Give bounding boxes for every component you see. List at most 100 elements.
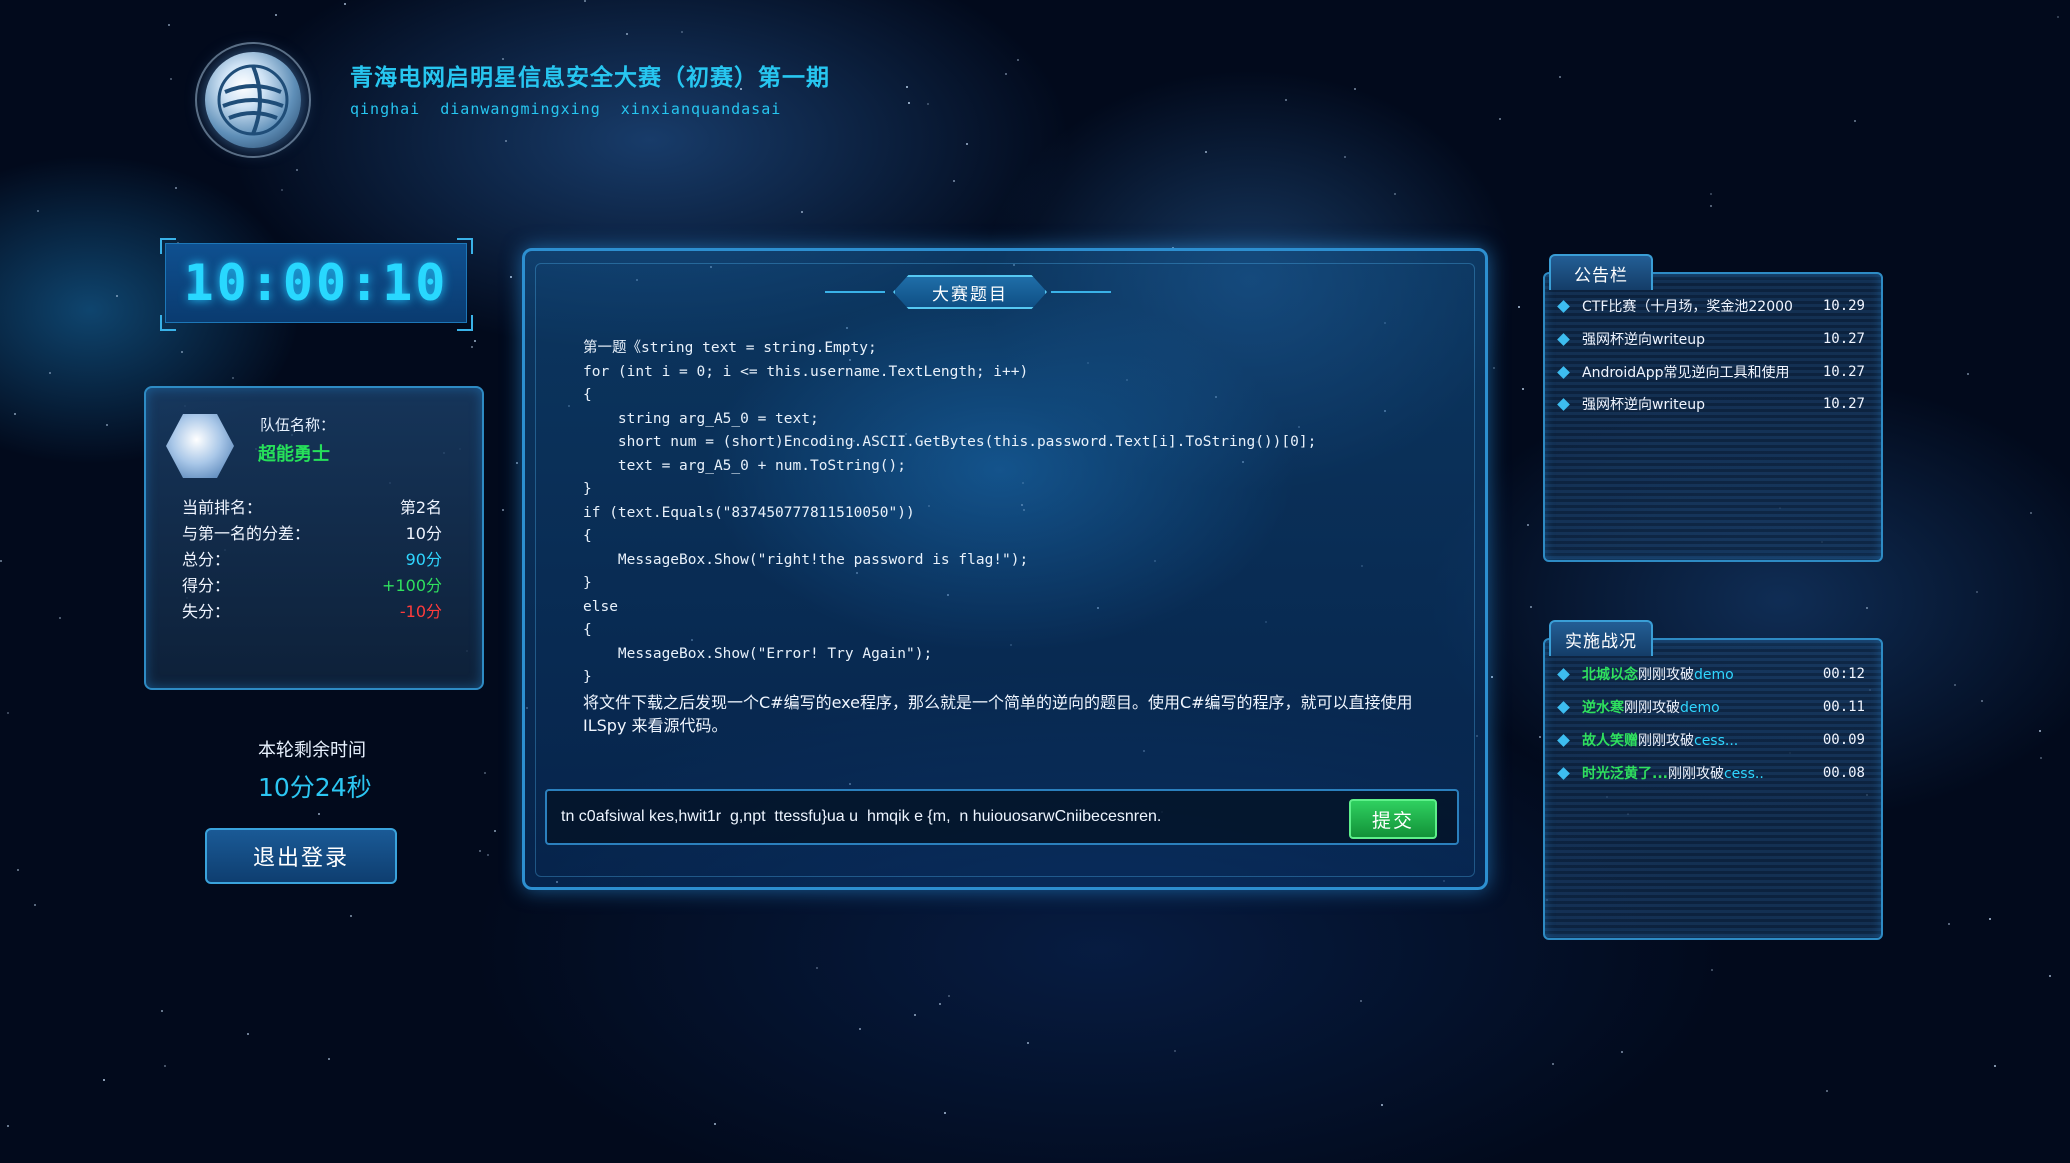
- star: [1711, 969, 1713, 971]
- battle-item: 故人笑赠刚刚攻破cess... 00.09: [1557, 730, 1865, 750]
- star: [14, 413, 16, 415]
- battle-item: 逆水寒刚刚攻破demo 00.11: [1557, 697, 1865, 717]
- stat-label: 总分：: [182, 550, 231, 569]
- question-code: 第一题《string text = string.Empty; for (int…: [583, 340, 1317, 685]
- star: [318, 813, 320, 815]
- star: [1976, 591, 1978, 593]
- battle-time: 00.09: [1822, 732, 1865, 748]
- star: [801, 211, 803, 213]
- star: [17, 869, 19, 871]
- star: [859, 1028, 861, 1030]
- company-logo: [195, 42, 311, 158]
- submit-button[interactable]: 提交: [1349, 799, 1437, 839]
- battle-status-panel: 实施战况 北城以念刚刚攻破demo 00:12 逆水寒刚刚攻破demo 00.1…: [1543, 620, 1883, 940]
- star: [49, 372, 51, 374]
- star: [494, 830, 496, 832]
- battle-target: cess...: [1694, 733, 1739, 749]
- notice-item[interactable]: CTF比赛（十月场，奖金池22000 10.29: [1557, 296, 1865, 316]
- star: [1539, 736, 1541, 738]
- battle-target: demo: [1694, 667, 1734, 683]
- star: [505, 140, 507, 142]
- stat-total: 总分： 90分: [182, 546, 442, 570]
- star: [344, 3, 346, 5]
- star: [1344, 156, 1346, 158]
- star: [275, 14, 277, 16]
- battle-text: 时光泛黄了...刚刚攻破cess..: [1582, 763, 1815, 783]
- star: [168, 24, 170, 26]
- team-avatar: [166, 414, 234, 478]
- star: [232, 377, 234, 379]
- star: [1027, 1042, 1029, 1044]
- star: [1360, 1000, 1362, 1002]
- star: [1381, 1104, 1383, 1106]
- battle-team: 逆水寒: [1582, 700, 1624, 716]
- star: [471, 346, 473, 348]
- battle-team: 北城以念: [1582, 667, 1638, 683]
- page-title: 青海电网启明星信息安全大赛（初赛）第一期: [350, 65, 830, 91]
- battle-action: 刚刚攻破: [1638, 733, 1694, 749]
- star: [7, 712, 9, 714]
- stat-gap: 与第一名的分差： 10分: [182, 520, 442, 544]
- star: [2030, 512, 2032, 514]
- battle-target: cess..: [1723, 766, 1764, 782]
- battle-item: 北城以念刚刚攻破demo 00:12: [1557, 664, 1865, 684]
- stat-rank: 当前排名： 第2名: [182, 494, 442, 518]
- logout-button[interactable]: 退出登录: [205, 828, 397, 884]
- battle-action: 刚刚攻破: [1624, 700, 1680, 716]
- notice-item[interactable]: AndroidApp常见逆向工具和使用 10.27: [1557, 362, 1865, 382]
- star: [714, 1123, 716, 1125]
- star: [1826, 1090, 1828, 1092]
- star: [1710, 205, 1712, 207]
- star: [103, 1079, 105, 1081]
- star: [37, 210, 39, 212]
- star: [948, 995, 950, 997]
- star: [681, 31, 683, 33]
- battle-text: 故人笑赠刚刚攻破cess...: [1582, 730, 1815, 750]
- star: [2057, 16, 2059, 18]
- star: [1954, 684, 1956, 686]
- stat-value: -10分: [399, 602, 442, 621]
- stat-value: 第2名: [399, 498, 442, 517]
- answer-input[interactable]: [561, 791, 1341, 843]
- battle-target: demo: [1680, 700, 1720, 716]
- star: [181, 351, 183, 353]
- stat-value: 90分: [405, 550, 442, 569]
- notice-text: CTF比赛（十月场，奖金池22000: [1582, 299, 1793, 315]
- star: [927, 103, 929, 105]
- team-name: 超能勇士: [258, 444, 330, 465]
- star: [34, 904, 36, 906]
- star: [1967, 373, 1969, 375]
- star: [7, 1125, 9, 1127]
- star: [328, 1058, 330, 1060]
- star: [816, 967, 818, 969]
- notice-item[interactable]: 强网杯逆向writeup 10.27: [1557, 394, 1865, 414]
- star: [484, 772, 486, 774]
- star: [1621, 1051, 1623, 1053]
- star: [2049, 975, 2051, 977]
- stat-label: 与第一名的分差：: [182, 524, 311, 543]
- star: [116, 295, 118, 297]
- battle-time: 00.08: [1822, 765, 1865, 781]
- answer-bar: 提交: [545, 789, 1459, 845]
- star: [296, 169, 298, 171]
- star: [1394, 193, 1396, 195]
- notice-date: 10.27: [1822, 331, 1865, 347]
- star: [1518, 306, 1520, 308]
- stat-label: 失分：: [182, 602, 231, 621]
- question-description: 将文件下载之后发现一个C#编写的exe程序，那么就是一个简单的逆向的题目。使用C…: [583, 693, 1413, 735]
- team-panel: 队伍名称： 超能勇士 当前排名： 第2名 与第一名的分差： 10分 总分： 90…: [144, 386, 484, 690]
- star: [1491, 676, 1493, 678]
- star: [1948, 923, 1950, 925]
- star: [1527, 524, 1529, 526]
- notice-board-title: 公告栏: [1549, 254, 1653, 290]
- battle-time: 00:12: [1822, 666, 1865, 682]
- remaining-time-label: 本轮剩余时间: [258, 740, 366, 761]
- notice-text: 强网杯逆向writeup: [1582, 397, 1705, 413]
- diamond-bullet-icon: [1557, 332, 1570, 346]
- notice-item[interactable]: 强网杯逆向writeup 10.27: [1557, 329, 1865, 349]
- stat-value: 10分: [405, 524, 442, 543]
- star: [1866, 607, 1868, 609]
- battle-team: 故人笑赠: [1582, 733, 1638, 749]
- notice-date: 10.27: [1822, 364, 1865, 380]
- battle-time: 00.11: [1822, 699, 1865, 715]
